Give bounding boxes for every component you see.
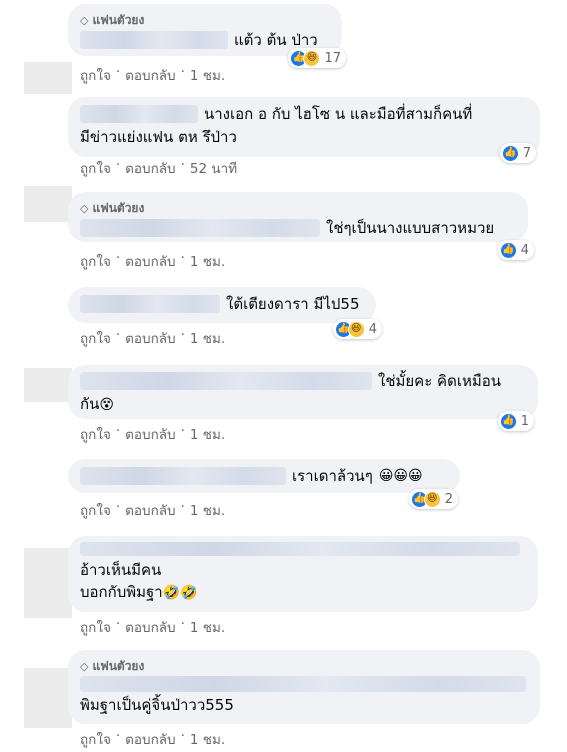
comment-bubble: ◇ แฟนตัวยง ใช่ๆเป็นนางแบบสาวหมวย 👍 4 [68, 192, 534, 260]
comment-text-line2: กัน😵 [80, 395, 114, 413]
like-button[interactable]: ถูกใจ [80, 157, 111, 179]
reaction-summary[interactable]: 👍 😆 4 [332, 319, 382, 339]
grinning-face-icon: 😀😀😀 [378, 468, 423, 484]
blurred-username[interactable] [80, 372, 372, 390]
laughing-face-icon: 😆 [423, 490, 441, 508]
comment: นางเอก อ กับ ไฮโซ น และมือที่สามก็คนที่ … [68, 97, 540, 177]
thumbs-up-icon: 👍 [499, 241, 517, 259]
thumbs-up-icon: 👍 [499, 412, 517, 430]
like-button[interactable]: ถูกใจ [80, 64, 111, 86]
comment: ◇ แฟนตัวยง ใช่ๆเป็นนางแบบสาวหมวย 👍 4 ถูก… [68, 192, 534, 270]
comment-text: ใช่มั้ยคะ คิดเหมือน [378, 372, 501, 390]
comment-bubble: ◇ แฟนตัวยง แต้ว ต้น ป่าว 👍 😆 17 [68, 4, 346, 68]
like-button[interactable]: ถูกใจ [80, 499, 111, 521]
comment-actions: ถูกใจ · ตอบกลับ · 1 ชม. [80, 616, 226, 638]
like-button[interactable]: ถูกใจ [80, 250, 111, 272]
laughing-face-icon: 😆 [347, 320, 365, 338]
avatar [24, 62, 72, 94]
comment-text-line2: มีข่าวแย่งแฟน ตห รึป่าว [80, 128, 237, 146]
reply-button[interactable]: ตอบกลับ [125, 499, 175, 521]
reply-button[interactable]: ตอบกลับ [125, 423, 175, 445]
timestamp[interactable]: 1 ชม. [190, 616, 225, 638]
comment: ◇ แฟนตัวยง พิมฐาเป็นคู่จิ้นป่าวว555 ถูกใ… [68, 650, 540, 748]
blurred-username[interactable] [80, 542, 520, 556]
avatar [24, 668, 72, 728]
comment-text: นางเอก อ กับ ไฮโซ น และมือที่สามก็คนที่ [204, 105, 473, 123]
reply-button[interactable]: ตอบกลับ [125, 327, 175, 349]
top-fan-badge: ◇ แฟนตัวยง [80, 12, 145, 27]
timestamp[interactable]: 1 ชม. [190, 499, 225, 521]
blurred-username[interactable] [80, 467, 286, 485]
timestamp[interactable]: 1 ชม. [190, 728, 225, 750]
timestamp[interactable]: 52 นาที [190, 157, 237, 179]
comment-bubble: ใต้เตียงดารา มีไป55 👍 😆 4 [68, 287, 382, 339]
comment: ◇ แฟนตัวยง แต้ว ต้น ป่าว 👍 😆 17 ถูกใจ · ต… [68, 4, 346, 84]
comment-text: ใช่ๆเป็นนางแบบสาวหมวย [326, 219, 495, 237]
timestamp[interactable]: 1 ชม. [190, 250, 225, 272]
timestamp[interactable]: 1 ชม. [190, 327, 225, 349]
comment: ใช่มั้ยคะ คิดเหมือน กัน😵 👍 1 ถูกใจ · ตอบ… [68, 365, 538, 443]
comment-actions: ถูกใจ · ตอบกลับ · 52 นาที [80, 157, 238, 179]
avatar [24, 368, 72, 402]
comment-actions: ถูกใจ · ตอบกลับ · 1 ชม. [80, 64, 226, 86]
reply-button[interactable]: ตอบกลับ [125, 250, 175, 272]
comment-bubble: ◇ แฟนตัวยง พิมฐาเป็นคู่จิ้นป่าวว555 [68, 650, 540, 724]
reaction-summary[interactable]: 👍 7 [499, 143, 536, 163]
reply-button[interactable]: ตอบกลับ [125, 64, 175, 86]
comment-actions: ถูกใจ · ตอบกลับ · 1 ชม. [80, 250, 226, 272]
comment-text: พิมฐาเป็นคู่จิ้นป่าวว555 [80, 696, 234, 714]
rofl-face-icon: 🤣🤣 [162, 585, 198, 601]
reply-button[interactable]: ตอบกลับ [125, 728, 175, 750]
avatar [24, 548, 72, 618]
comment-actions: ถูกใจ · ตอบกลับ · 1 ชม. [80, 423, 226, 445]
reaction-summary[interactable]: 👍 😆 17 [288, 48, 346, 68]
comment-bubble: นางเอก อ กับ ไฮโซ น และมือที่สามก็คนที่ … [68, 97, 540, 163]
top-fan-badge: ◇ แฟนตัวยง [80, 200, 145, 215]
timestamp[interactable]: 1 ชม. [190, 423, 225, 445]
comment-bubble: เราเดาล้วนๆ 😀😀😀 👍 😆 2 [68, 459, 460, 509]
diamond-icon: ◇ [80, 13, 89, 27]
like-button[interactable]: ถูกใจ [80, 728, 111, 750]
timestamp[interactable]: 1 ชม. [190, 64, 225, 86]
avatar [24, 186, 72, 222]
comment: อ้าวเห็นมีคน บอกกับพิมฐา🤣🤣 ถูกใจ · ตอบกล… [68, 536, 538, 636]
reaction-summary[interactable]: 👍 😆 2 [408, 489, 458, 509]
avatar-column [0, 0, 72, 752]
like-button[interactable]: ถูกใจ [80, 327, 111, 349]
comment-text: ใต้เตียงดารา มีไป55 [226, 295, 360, 313]
comment: เราเดาล้วนๆ 😀😀😀 👍 😆 2 ถูกใจ · ตอบกลับ · 1… [68, 459, 460, 519]
diamond-icon: ◇ [80, 201, 89, 215]
comment-actions: ถูกใจ · ตอบกลับ · 1 ชม. [80, 327, 226, 349]
reply-button[interactable]: ตอบกลับ [125, 616, 175, 638]
reaction-summary[interactable]: 👍 4 [497, 240, 534, 260]
blurred-username[interactable] [80, 295, 220, 313]
comment-text: เราเดาล้วนๆ [292, 467, 373, 485]
reaction-summary[interactable]: 👍 1 [497, 411, 534, 431]
comment-text: อ้าวเห็นมีคน [80, 561, 162, 579]
comment-bubble: ใช่มั้ยคะ คิดเหมือน กัน😵 👍 1 [68, 365, 538, 431]
like-button[interactable]: ถูกใจ [80, 423, 111, 445]
comment-bubble: อ้าวเห็นมีคน บอกกับพิมฐา🤣🤣 [68, 536, 538, 612]
diamond-icon: ◇ [80, 659, 89, 673]
blurred-username[interactable] [80, 105, 198, 123]
blurred-username[interactable] [80, 219, 320, 237]
like-button[interactable]: ถูกใจ [80, 616, 111, 638]
blurred-username[interactable] [80, 31, 228, 49]
comment: ใต้เตียงดารา มีไป55 👍 😆 4 ถูกใจ · ตอบกลับ… [68, 287, 382, 347]
blurred-username[interactable] [80, 676, 526, 692]
reply-button[interactable]: ตอบกลับ [125, 157, 175, 179]
thumbs-up-icon: 👍 [501, 144, 519, 162]
dizzy-face-icon: 😵 [99, 397, 114, 413]
comment-actions: ถูกใจ · ตอบกลับ · 1 ชม. [80, 499, 226, 521]
comment-actions: ถูกใจ · ตอบกลับ · 1 ชม. [80, 728, 226, 750]
top-fan-badge: ◇ แฟนตัวยง [80, 658, 145, 673]
laughing-face-icon: 😆 [303, 49, 321, 67]
comment-text-line2: บอกกับพิมฐา🤣🤣 [80, 583, 198, 601]
